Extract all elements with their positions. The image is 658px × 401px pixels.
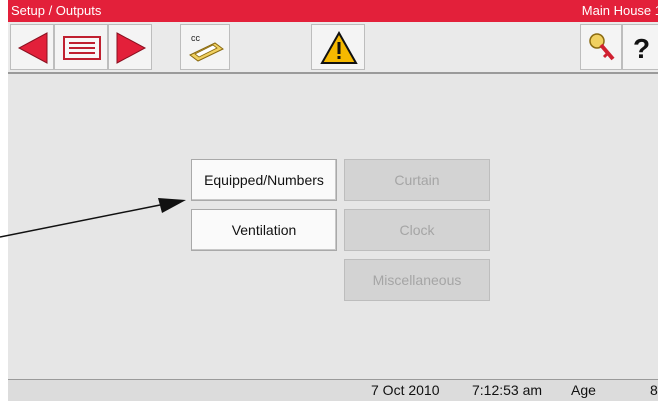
callout-arrow — [0, 198, 186, 238]
